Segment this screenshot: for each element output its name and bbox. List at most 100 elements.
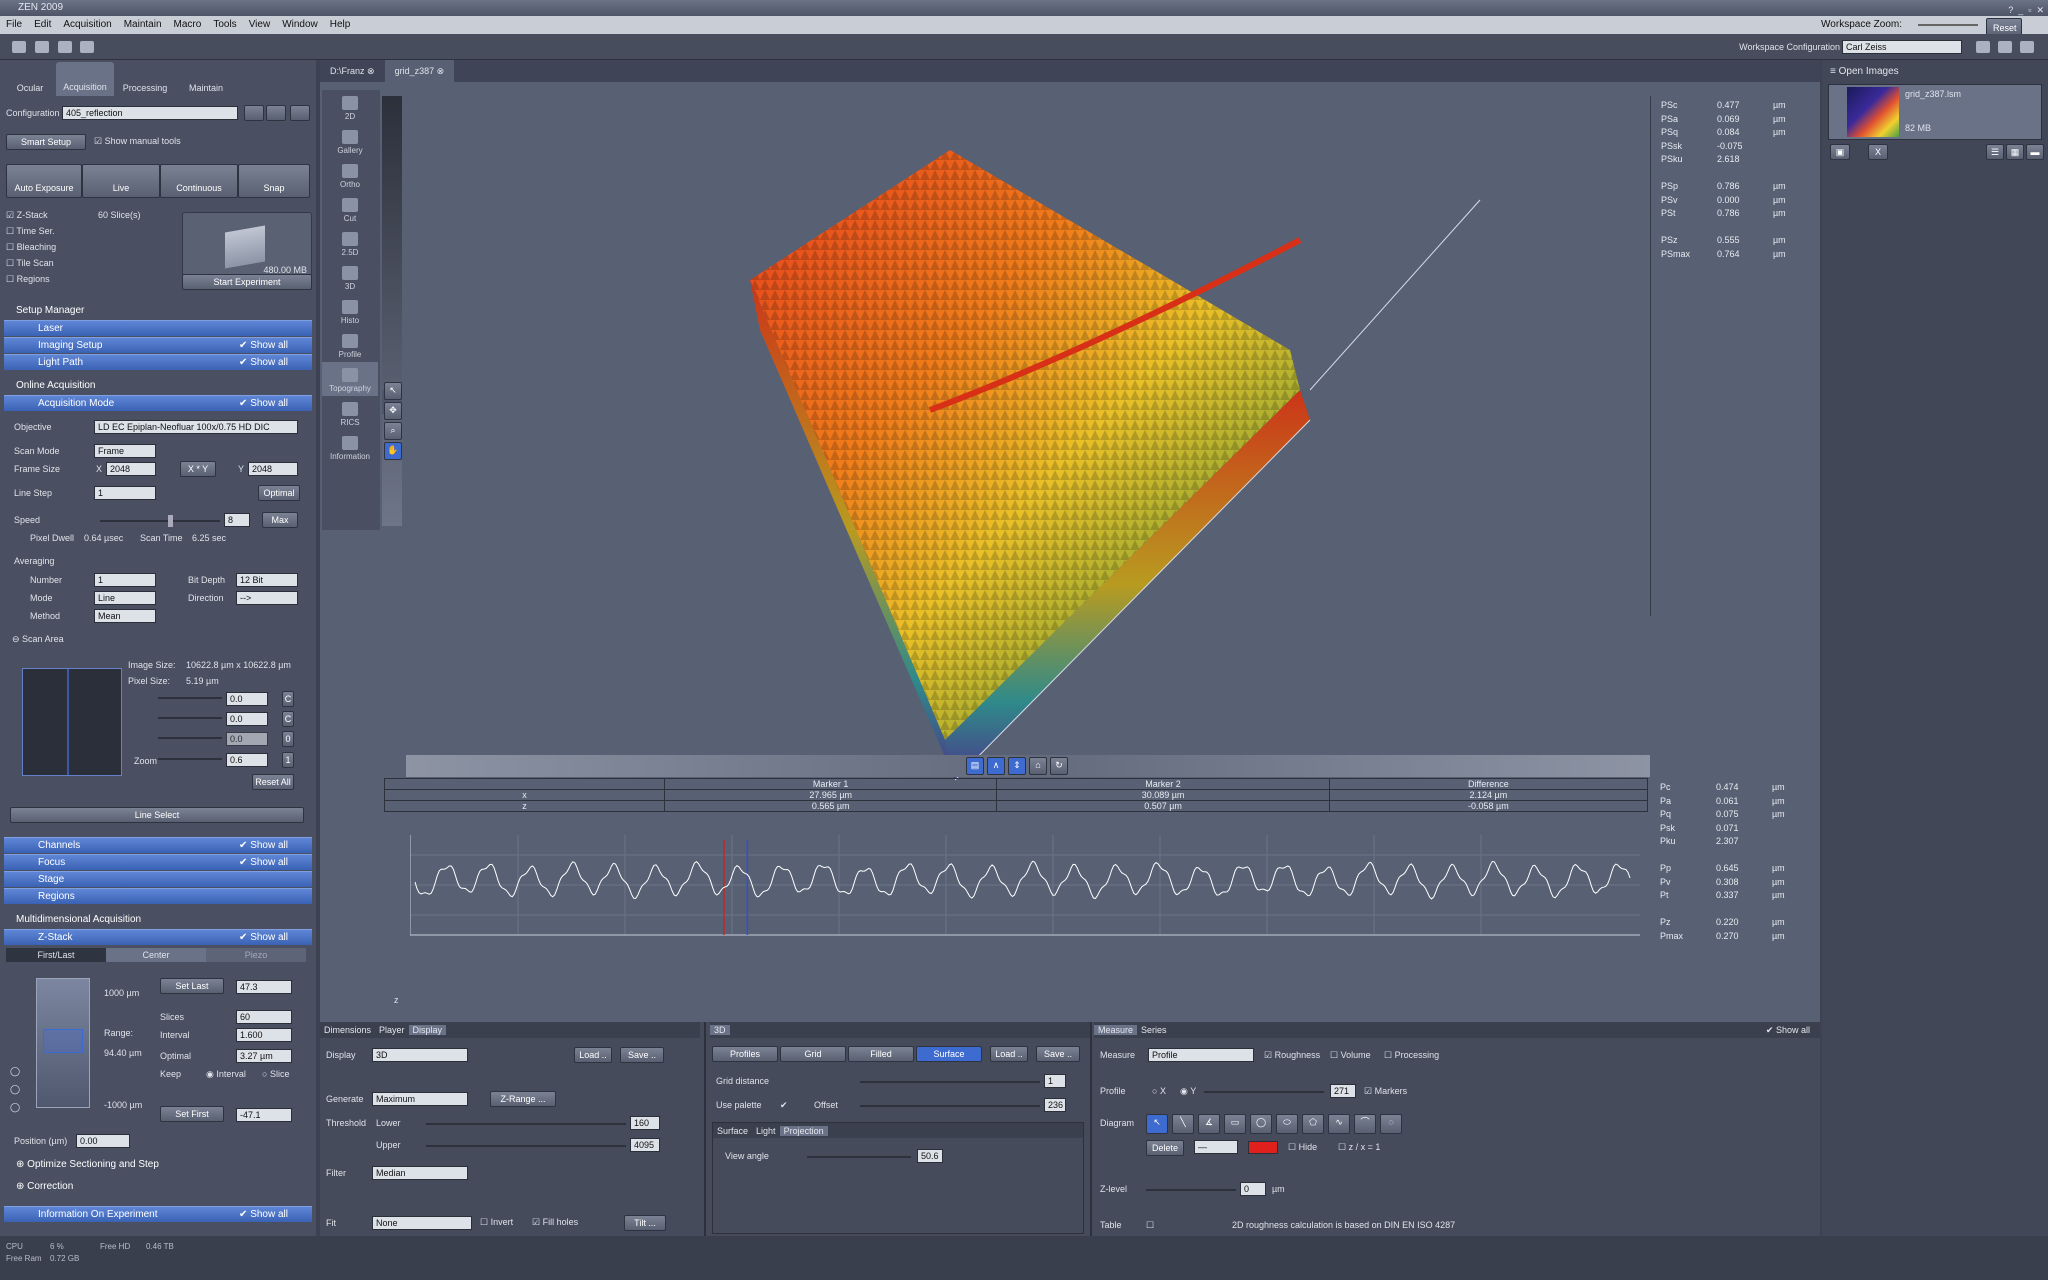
measure-show-all-checkbox[interactable]: ✔ Show all — [1762, 1025, 1814, 1036]
show-all-checkbox[interactable]: ✔ Show all — [239, 396, 288, 412]
curve-tool-icon[interactable]: ∿ — [1328, 1114, 1350, 1134]
tilt-button[interactable]: Tilt ... — [624, 1215, 666, 1231]
grid-distance-input[interactable]: 1 — [1044, 1074, 1066, 1088]
position-input[interactable]: 0.00 — [76, 1134, 130, 1148]
keep-interval-radio[interactable]: ◉ Interval — [206, 1069, 246, 1080]
z-level-slider[interactable] — [1146, 1189, 1236, 1191]
config-delete-icon[interactable] — [2020, 41, 2034, 53]
list-view-icon[interactable]: ☰ — [1986, 144, 2004, 160]
profile-position-input[interactable]: 271 — [1330, 1084, 1356, 1098]
focus-icon[interactable]: ◯ — [10, 1066, 20, 1077]
display-save-button[interactable]: Save .. — [620, 1047, 664, 1063]
fit-select[interactable]: None — [372, 1216, 472, 1230]
set-first-button[interactable]: Set First — [160, 1106, 224, 1122]
tab-dimensions[interactable]: Dimensions — [320, 1025, 375, 1035]
measure-select[interactable]: Profile — [1148, 1048, 1254, 1062]
image-save-button[interactable]: ▣ — [1830, 144, 1850, 160]
subtab-light[interactable]: Light — [752, 1126, 780, 1136]
offset-y-slider[interactable] — [158, 717, 222, 719]
workspace-zoom-slider[interactable] — [1918, 24, 1978, 26]
profiles-button[interactable]: Profiles — [712, 1046, 778, 1062]
profile-y-radio[interactable]: ◉ Y — [1180, 1086, 1196, 1097]
menu-file[interactable]: File — [0, 16, 28, 34]
tab-piezo[interactable]: Piezo — [206, 948, 306, 962]
profile-rotate-tool-icon[interactable]: ↻ — [1050, 757, 1068, 775]
surface-button[interactable]: Surface — [916, 1046, 982, 1062]
display-select[interactable]: 3D — [372, 1048, 468, 1062]
tab-player[interactable]: Player — [375, 1025, 409, 1035]
show-all-checkbox[interactable]: ✔ Show all — [239, 338, 288, 354]
zx-checkbox[interactable]: ☐ z / x = 1 — [1338, 1142, 1380, 1153]
tab-measure[interactable]: Measure — [1094, 1025, 1138, 1035]
rotation-reset-button[interactable]: 0 — [282, 731, 294, 747]
polygon-tool-icon[interactable]: ⬠ — [1302, 1114, 1324, 1134]
profile-x-radio[interactable]: ○ X — [1152, 1086, 1166, 1096]
interval-input[interactable]: 1.600 — [236, 1028, 292, 1042]
menu-help[interactable]: Help — [324, 16, 357, 34]
view-tab-3d[interactable]: 3D — [322, 260, 378, 294]
tilescan-checkbox[interactable]: ☐ Tile Scan — [6, 258, 54, 269]
grid-distance-slider[interactable] — [860, 1081, 1040, 1083]
group-laser[interactable]: Laser — [4, 320, 312, 336]
topography-3d-view[interactable] — [610, 90, 1620, 820]
group-zstack[interactable]: Z-Stack ✔ Show all — [4, 929, 312, 945]
show-manual-tools-checkbox[interactable]: ☑ Show manual tools — [94, 136, 181, 147]
menu-macro[interactable]: Macro — [168, 16, 208, 34]
zoom-tool-icon[interactable]: ⌕ — [384, 422, 402, 440]
view-tab-cut[interactable]: Cut — [322, 192, 378, 226]
refresh-icon[interactable] — [80, 41, 95, 53]
delete-button[interactable]: Delete — [1146, 1140, 1184, 1156]
z-range-button[interactable]: Z-Range ... — [490, 1091, 556, 1107]
scan-area-heading[interactable]: ⊖ Scan Area — [12, 634, 64, 645]
tab-series[interactable]: Series — [1137, 1025, 1171, 1035]
offset-x-slider[interactable] — [158, 697, 222, 699]
group-stage[interactable]: Stage — [4, 871, 312, 887]
group-channels[interactable]: Channels ✔ Show all — [4, 837, 312, 853]
scan-mode-select[interactable]: Frame — [94, 444, 156, 458]
slices-input[interactable]: 60 — [236, 1010, 292, 1024]
xy-button[interactable]: X * Y — [180, 461, 216, 477]
view-tab-profile[interactable]: Profile — [322, 328, 378, 362]
show-all-checkbox[interactable]: ✔ Show all — [239, 930, 288, 946]
view-tab-histo[interactable]: Histo — [322, 294, 378, 328]
view-tab-information[interactable]: Information — [322, 430, 378, 464]
menu-acquisition[interactable]: Acquisition — [57, 16, 117, 34]
workspace-config-select[interactable]: Carl Zeiss — [1842, 40, 1962, 54]
view-tab-2d[interactable]: 2D — [322, 90, 378, 124]
color-picker[interactable] — [1248, 1141, 1278, 1154]
show-all-checkbox[interactable]: ✔ Show all — [239, 838, 288, 854]
line-tool-icon[interactable]: ╲ — [1172, 1114, 1194, 1134]
line-select-button[interactable]: Line Select — [10, 807, 304, 823]
scan-area-preview[interactable] — [22, 668, 122, 776]
group-imaging-setup[interactable]: Imaging Setup ✔ Show all — [4, 337, 312, 353]
speed-input[interactable]: 8 — [224, 513, 250, 527]
reset-all-button[interactable]: Reset All — [252, 774, 294, 790]
tab-center[interactable]: Center — [106, 948, 206, 962]
open-image-item[interactable]: grid_z387.lsm 82 MB — [1828, 84, 2042, 140]
table-checkbox[interactable]: ☐ — [1146, 1220, 1154, 1231]
group-light-path[interactable]: Light Path ✔ Show all — [4, 354, 312, 370]
max-button[interactable]: Max — [262, 512, 298, 528]
line-step-select[interactable]: 1 — [94, 486, 156, 500]
grid-button[interactable]: Grid — [780, 1046, 846, 1062]
print-icon[interactable] — [57, 41, 72, 53]
group-focus[interactable]: Focus ✔ Show all — [4, 854, 312, 870]
profile-line-tool-icon[interactable]: ▤ — [966, 757, 984, 775]
number-select[interactable]: 1 — [94, 573, 156, 587]
generate-select[interactable]: Maximum — [372, 1092, 468, 1106]
config-save-icon[interactable] — [1976, 41, 1990, 53]
menu-tools[interactable]: Tools — [207, 16, 242, 34]
snap-button[interactable]: Snap — [238, 164, 310, 198]
open-icon[interactable] — [12, 41, 26, 53]
config-load-icon[interactable] — [1998, 41, 2012, 53]
regions-checkbox[interactable]: ☐ Regions — [6, 274, 50, 285]
keep-slice-radio[interactable]: ○ Slice — [262, 1069, 289, 1079]
pan-tool-icon[interactable]: ✥ — [384, 402, 402, 420]
select-tool-icon[interactable]: ↖ — [1146, 1114, 1168, 1134]
timeseries-checkbox[interactable]: ☐ Time Ser. — [6, 226, 55, 237]
zoom-slider[interactable] — [158, 758, 222, 760]
profile-curve-tool-icon[interactable]: ∧ — [987, 757, 1005, 775]
show-all-checkbox[interactable]: ✔ Show all — [239, 355, 288, 371]
pointer-tool-icon[interactable]: ↖ — [384, 382, 402, 400]
frame-x-input[interactable]: 2048 — [106, 462, 156, 476]
